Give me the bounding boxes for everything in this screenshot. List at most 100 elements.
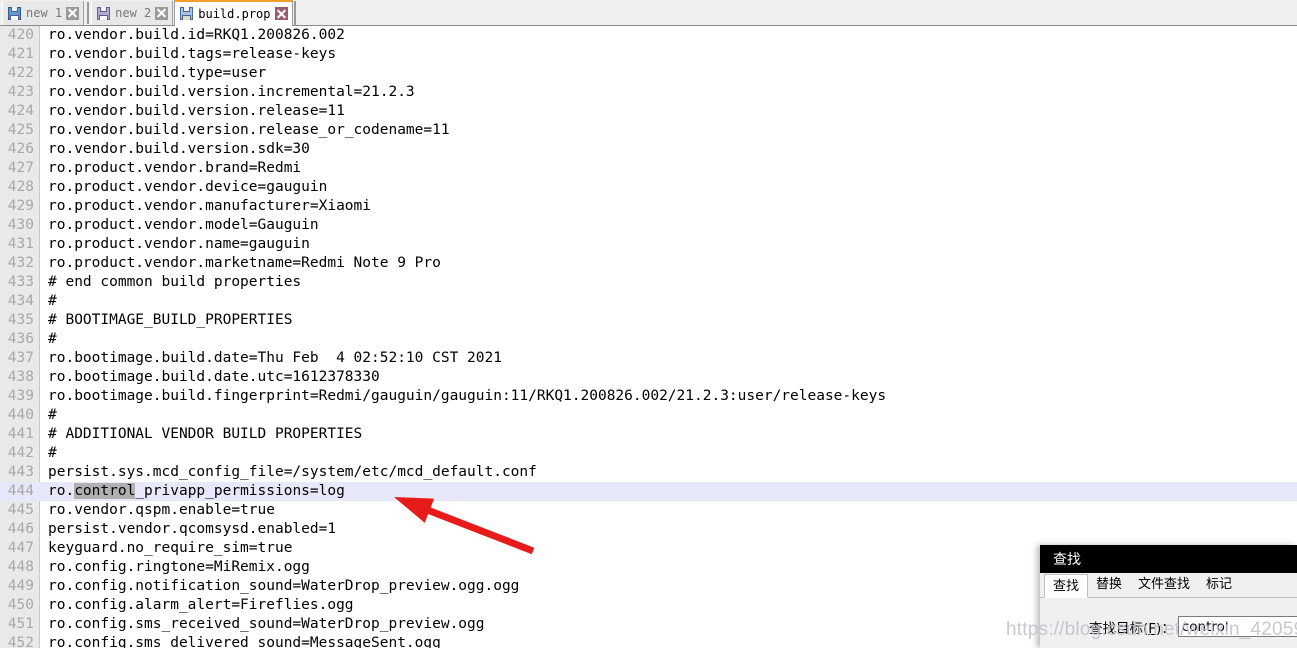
notepad-plus-plus-window: new 1 new 2 build.prop 420 ro.vendor.buil… bbox=[0, 0, 1297, 648]
code-line[interactable]: 429 ro.product.vendor.manufacturer=Xiaomi bbox=[0, 197, 1297, 216]
tab-build-prop[interactable]: build.prop bbox=[174, 0, 293, 26]
code-text: ro.vendor.build.type=user bbox=[48, 65, 267, 81]
line-number: 439 bbox=[7, 388, 34, 404]
code-line[interactable]: 434 # bbox=[0, 292, 1297, 311]
line-number: 447 bbox=[7, 540, 34, 556]
line-number: 436 bbox=[7, 331, 34, 347]
code-text: ro.product.vendor.name=gauguin bbox=[48, 236, 310, 252]
code-text: ro.config.notification_sound=WaterDrop_p… bbox=[48, 578, 520, 594]
code-line[interactable]: 420 ro.vendor.build.id=RKQ1.200826.002 bbox=[0, 26, 1297, 45]
code-line[interactable]: 422 ro.vendor.build.type=user bbox=[0, 64, 1297, 83]
line-number: 421 bbox=[7, 46, 34, 62]
code-line[interactable]: 441 # ADDITIONAL VENDOR BUILD PROPERTIES bbox=[0, 425, 1297, 444]
find-target-label: 查找目标(F)： bbox=[1089, 620, 1175, 637]
code-text: ro.product.vendor.marketname=Redmi Note … bbox=[48, 255, 441, 271]
line-number: 424 bbox=[7, 103, 34, 119]
code-text: ro.product.vendor.device=gauguin bbox=[48, 179, 328, 195]
code-text: ro.bootimage.build.fingerprint=Redmi/gau… bbox=[48, 388, 887, 404]
line-number: 427 bbox=[7, 160, 34, 176]
line-number: 431 bbox=[7, 236, 34, 252]
find-target-input[interactable] bbox=[1177, 616, 1297, 637]
tab-new-2[interactable]: new 2 bbox=[91, 1, 174, 25]
line-number: 450 bbox=[7, 597, 34, 613]
tab-new-1[interactable]: new 1 bbox=[2, 1, 85, 25]
code-text: # BOOTIMAGE_BUILD_PROPERTIES bbox=[48, 312, 293, 328]
line-number: 441 bbox=[7, 426, 34, 442]
floppy-disk-icon bbox=[97, 6, 111, 20]
tab-label: new 1 bbox=[26, 6, 63, 20]
code-text: # bbox=[48, 293, 57, 309]
code-line[interactable]: 426 ro.vendor.build.version.sdk=30 bbox=[0, 140, 1297, 159]
line-number: 451 bbox=[7, 616, 34, 632]
code-text: persist.vendor.qcomsysd.enabled=1 bbox=[48, 521, 337, 537]
close-icon[interactable] bbox=[66, 6, 80, 20]
code-line[interactable]: 442 # bbox=[0, 444, 1297, 463]
find-dialog-body: 查找目标(F)： bbox=[1040, 598, 1297, 648]
code-line[interactable]: 440 # bbox=[0, 406, 1297, 425]
code-text: # bbox=[48, 407, 57, 423]
code-line[interactable]: 445 ro.vendor.qspm.enable=true bbox=[0, 501, 1297, 520]
code-line[interactable]: 438 ro.bootimage.build.date.utc=161237833… bbox=[0, 368, 1297, 387]
tab-find-in-files[interactable]: 文件查找 bbox=[1130, 573, 1199, 597]
code-line[interactable]: 443 persist.sys.mcd_config_file=/system/e… bbox=[0, 463, 1297, 482]
line-number: 448 bbox=[7, 559, 34, 575]
find-dialog-titlebar: 查找 bbox=[1040, 545, 1297, 573]
find-dialog[interactable]: 查找 查找 替换 文件查找 标记 查找目标(F)： bbox=[1040, 545, 1297, 648]
code-text: persist.sys.mcd_config_file=/system/etc/… bbox=[48, 464, 537, 480]
line-number: 429 bbox=[7, 198, 34, 214]
code-text: ro.vendor.build.id=RKQ1.200826.002 bbox=[48, 27, 345, 43]
code-line[interactable]: 437 ro.bootimage.build.date=Thu Feb 4 02:… bbox=[0, 349, 1297, 368]
code-text: ro.vendor.build.version.release=11 bbox=[48, 103, 345, 119]
tab-find[interactable]: 查找 bbox=[1044, 574, 1089, 598]
line-number: 437 bbox=[7, 350, 34, 366]
find-target-row: 查找目标(F)： bbox=[1040, 616, 1297, 637]
code-line[interactable]: 444 ro.control_privapp_permissions=log bbox=[0, 482, 1297, 501]
code-text: # bbox=[48, 331, 57, 347]
code-text: ro.vendor.qspm.enable=true bbox=[48, 502, 275, 518]
floppy-disk-icon bbox=[180, 7, 194, 20]
code-text: ro.config.sms_delivered_sound=MessageSen… bbox=[48, 635, 441, 648]
code-line[interactable]: 435 # BOOTIMAGE_BUILD_PROPERTIES bbox=[0, 311, 1297, 330]
code-text: # end common build properties bbox=[48, 274, 302, 290]
code-text: ro.config.alarm_alert=Fireflies.ogg bbox=[48, 597, 354, 613]
line-number: 425 bbox=[7, 122, 34, 138]
code-text: ro.config.ringtone=MiRemix.ogg bbox=[48, 559, 310, 575]
find-dialog-title: 查找 bbox=[1053, 552, 1081, 568]
close-icon[interactable] bbox=[155, 6, 169, 20]
code-line[interactable]: 428 ro.product.vendor.device=gauguin bbox=[0, 178, 1297, 197]
line-number: 434 bbox=[7, 293, 34, 309]
code-line[interactable]: 430 ro.product.vendor.model=Gauguin bbox=[0, 216, 1297, 235]
code-text: ro.vendor.build.tags=release-keys bbox=[48, 46, 337, 62]
code-line[interactable]: 425 ro.vendor.build.version.release_or_co… bbox=[0, 121, 1297, 140]
tab-label: build.prop bbox=[198, 6, 271, 21]
line-number: 423 bbox=[7, 84, 34, 100]
line-number: 432 bbox=[7, 255, 34, 271]
tab-bar: new 1 new 2 build.prop bbox=[0, 0, 1297, 26]
code-line[interactable]: 427 ro.product.vendor.brand=Redmi bbox=[0, 159, 1297, 178]
line-number: 433 bbox=[7, 274, 34, 290]
line-number: 444 bbox=[7, 483, 34, 499]
line-number: 440 bbox=[7, 407, 34, 423]
code-line[interactable]: 446 persist.vendor.qcomsysd.enabled=1 bbox=[0, 520, 1297, 539]
code-line[interactable]: 439 ro.bootimage.build.fingerprint=Redmi/… bbox=[0, 387, 1297, 406]
tab-label: new 2 bbox=[115, 6, 152, 20]
line-number: 449 bbox=[7, 578, 34, 594]
close-icon[interactable] bbox=[274, 7, 288, 20]
code-text: ro.vendor.build.version.sdk=30 bbox=[48, 141, 310, 157]
code-line[interactable]: 432 ro.product.vendor.marketname=Redmi No… bbox=[0, 254, 1297, 273]
line-number: 430 bbox=[7, 217, 34, 233]
line-number: 420 bbox=[7, 27, 34, 43]
tab-mark[interactable]: 标记 bbox=[1198, 573, 1241, 597]
code-line[interactable]: 423 ro.vendor.build.version.incremental=2… bbox=[0, 83, 1297, 102]
code-line[interactable]: 424 ro.vendor.build.version.release=11 bbox=[0, 102, 1297, 121]
tab-separator bbox=[87, 2, 90, 24]
line-number: 426 bbox=[7, 141, 34, 157]
line-number: 446 bbox=[7, 521, 34, 537]
code-line[interactable]: 436 # bbox=[0, 330, 1297, 349]
code-line[interactable]: 433 # end common build properties bbox=[0, 273, 1297, 292]
line-number: 445 bbox=[7, 502, 34, 518]
code-text: ro.control_privapp_permissions=log bbox=[48, 483, 345, 499]
code-line[interactable]: 421 ro.vendor.build.tags=release-keys bbox=[0, 45, 1297, 64]
tab-replace[interactable]: 替换 bbox=[1088, 573, 1131, 597]
code-line[interactable]: 431 ro.product.vendor.name=gauguin bbox=[0, 235, 1297, 254]
